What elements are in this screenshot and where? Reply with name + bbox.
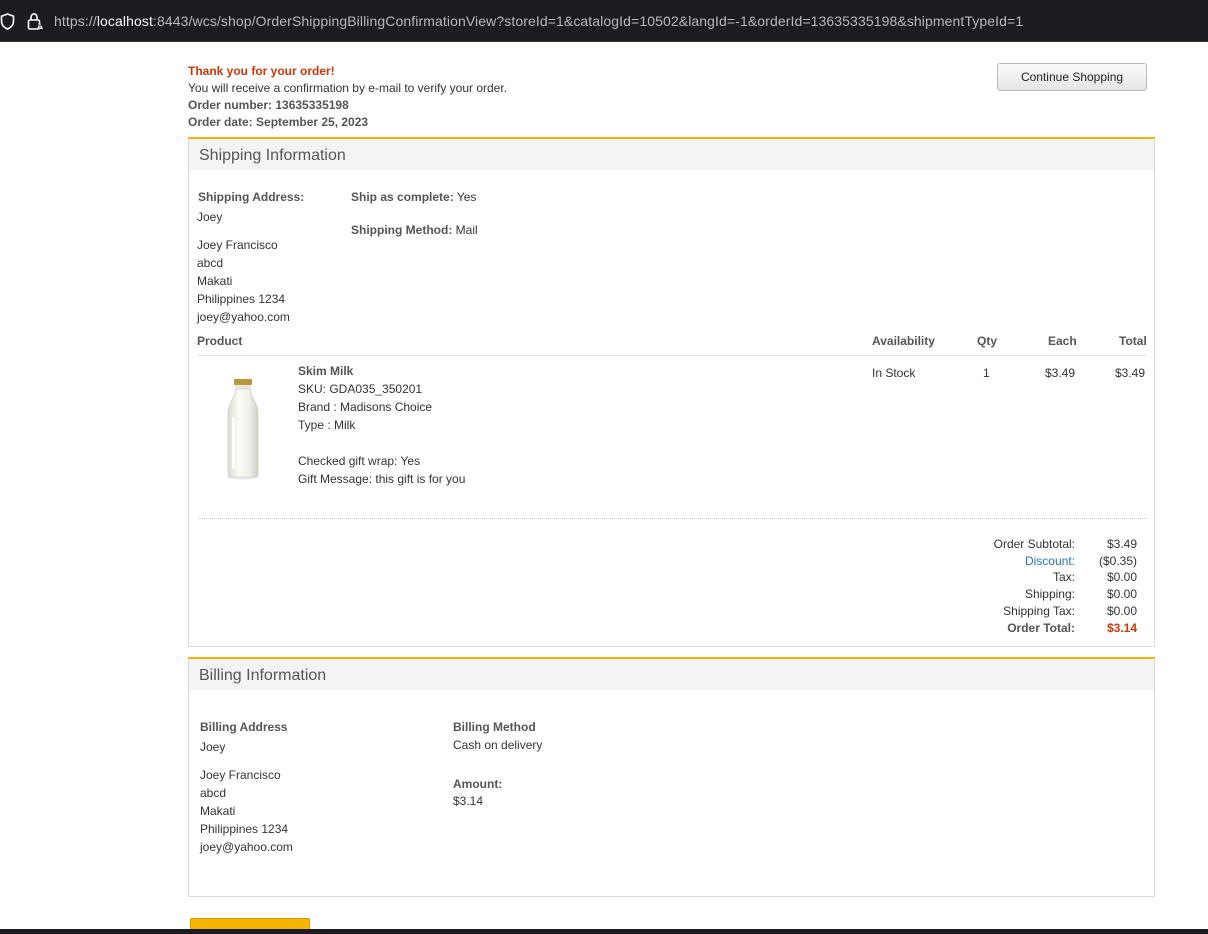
billing-address-line: Philippines 1234 [200,822,289,836]
order-number: Order number: 13635335198 [188,98,349,112]
ship-complete: Ship as complete: Yes [351,190,476,204]
shipping-panel-title: Shipping Information [199,147,346,164]
milk-bottle-image[interactable] [222,377,264,481]
order-total-label: Order Total: [1007,621,1075,635]
col-header-availability: Availability [872,334,935,348]
billing-method-label: Billing Method [453,720,536,734]
shipping-address-line: joey@yahoo.com [197,310,290,324]
thank-you-message: Thank you for your order! [188,64,335,78]
billing-address-line: abcd [200,786,227,800]
url-path: :8443/wcs/shop/OrderShippingBillingConfi… [152,13,1024,29]
item-each-price: $3.49 [1045,366,1076,380]
shipping-method-label: Shipping Method: [351,223,453,237]
shipping-address-label: Shipping Address: [198,190,305,204]
billing-panel-header: Billing Information [189,659,1154,690]
billing-method-value: Cash on delivery [453,738,543,752]
subtotal-value: $3.49 [1106,537,1137,551]
discount-value: ($0.35) [1098,554,1137,568]
browser-url-bar: https://localhost:8443/wcs/shop/OrderShi… [0,0,1208,42]
product-type: Type : Milk [298,418,356,432]
billing-address-line: Makati [200,804,236,818]
item-availability: In Stock [872,366,916,380]
amount-label: Amount: [453,777,503,791]
col-header-product: Product [197,334,243,348]
url-protocol: https:// [54,13,97,29]
subtotal-label: Order Subtotal: [993,537,1075,551]
url-text[interactable]: https://localhost:8443/wcs/shop/OrderShi… [54,13,1023,29]
shipping-address-line: abcd [197,256,224,270]
shield-icon[interactable] [0,13,15,30]
order-date: Order date: September 25, 2023 [188,115,369,129]
gift-message: Gift Message: this gift is for you [298,472,466,486]
url-host: localhost [96,13,153,29]
table-header-divider [197,355,1147,356]
billing-address-line: joey@yahoo.com [200,840,293,854]
billing-panel-title: Billing Information [199,667,327,684]
shipping-method-value: Mail [455,223,478,237]
discount-link[interactable]: Discount: [1025,554,1075,568]
tax-value: $0.00 [1106,570,1137,584]
col-header-total: Total [1119,334,1147,348]
items-totals-separator [199,518,1147,519]
shipping-address-line: Joey Francisco [197,238,278,252]
shipping-cost-label: Shipping: [1024,587,1075,601]
continue-shopping-button[interactable]: Continue Shopping [997,63,1147,91]
product-sku: SKU: GDA035_350201 [298,382,423,396]
item-qty: 1 [983,366,990,380]
gift-wrap-status: Checked gift wrap: Yes [298,454,421,468]
shipping-panel-header: Shipping Information [189,139,1154,170]
shipping-tax-value: $0.00 [1106,604,1137,618]
billing-address-label: Billing Address [200,720,288,734]
shipping-method: Shipping Method: Mail [351,223,478,237]
ship-complete-value: Yes [456,190,477,204]
shipping-address-line: Makati [197,274,233,288]
bottom-edge [0,929,1208,934]
billing-address-line: Joey Francisco [200,768,281,782]
ship-complete-label: Ship as complete: [351,190,454,204]
amount-value: $3.14 [453,794,484,808]
item-total-price: $3.49 [1115,366,1146,380]
billing-information-panel: Billing Information [188,657,1155,897]
col-header-each: Each [1048,334,1077,348]
shipping-address-line: Philippines 1234 [197,292,286,306]
insecure-lock-icon[interactable] [27,12,44,31]
product-brand: Brand : Madisons Choice [298,400,433,414]
order-total-value: $3.14 [1106,621,1137,635]
tax-label: Tax: [1052,570,1075,584]
col-header-qty: Qty [977,334,998,348]
shipping-cost-value: $0.00 [1106,587,1137,601]
product-name[interactable]: Skim Milk [298,364,353,378]
shipping-nickname: Joey [197,210,223,224]
confirmation-text: You will receive a confirmation by e-mai… [188,81,508,95]
shipping-tax-label: Shipping Tax: [1003,604,1075,618]
billing-nickname: Joey [200,740,226,754]
